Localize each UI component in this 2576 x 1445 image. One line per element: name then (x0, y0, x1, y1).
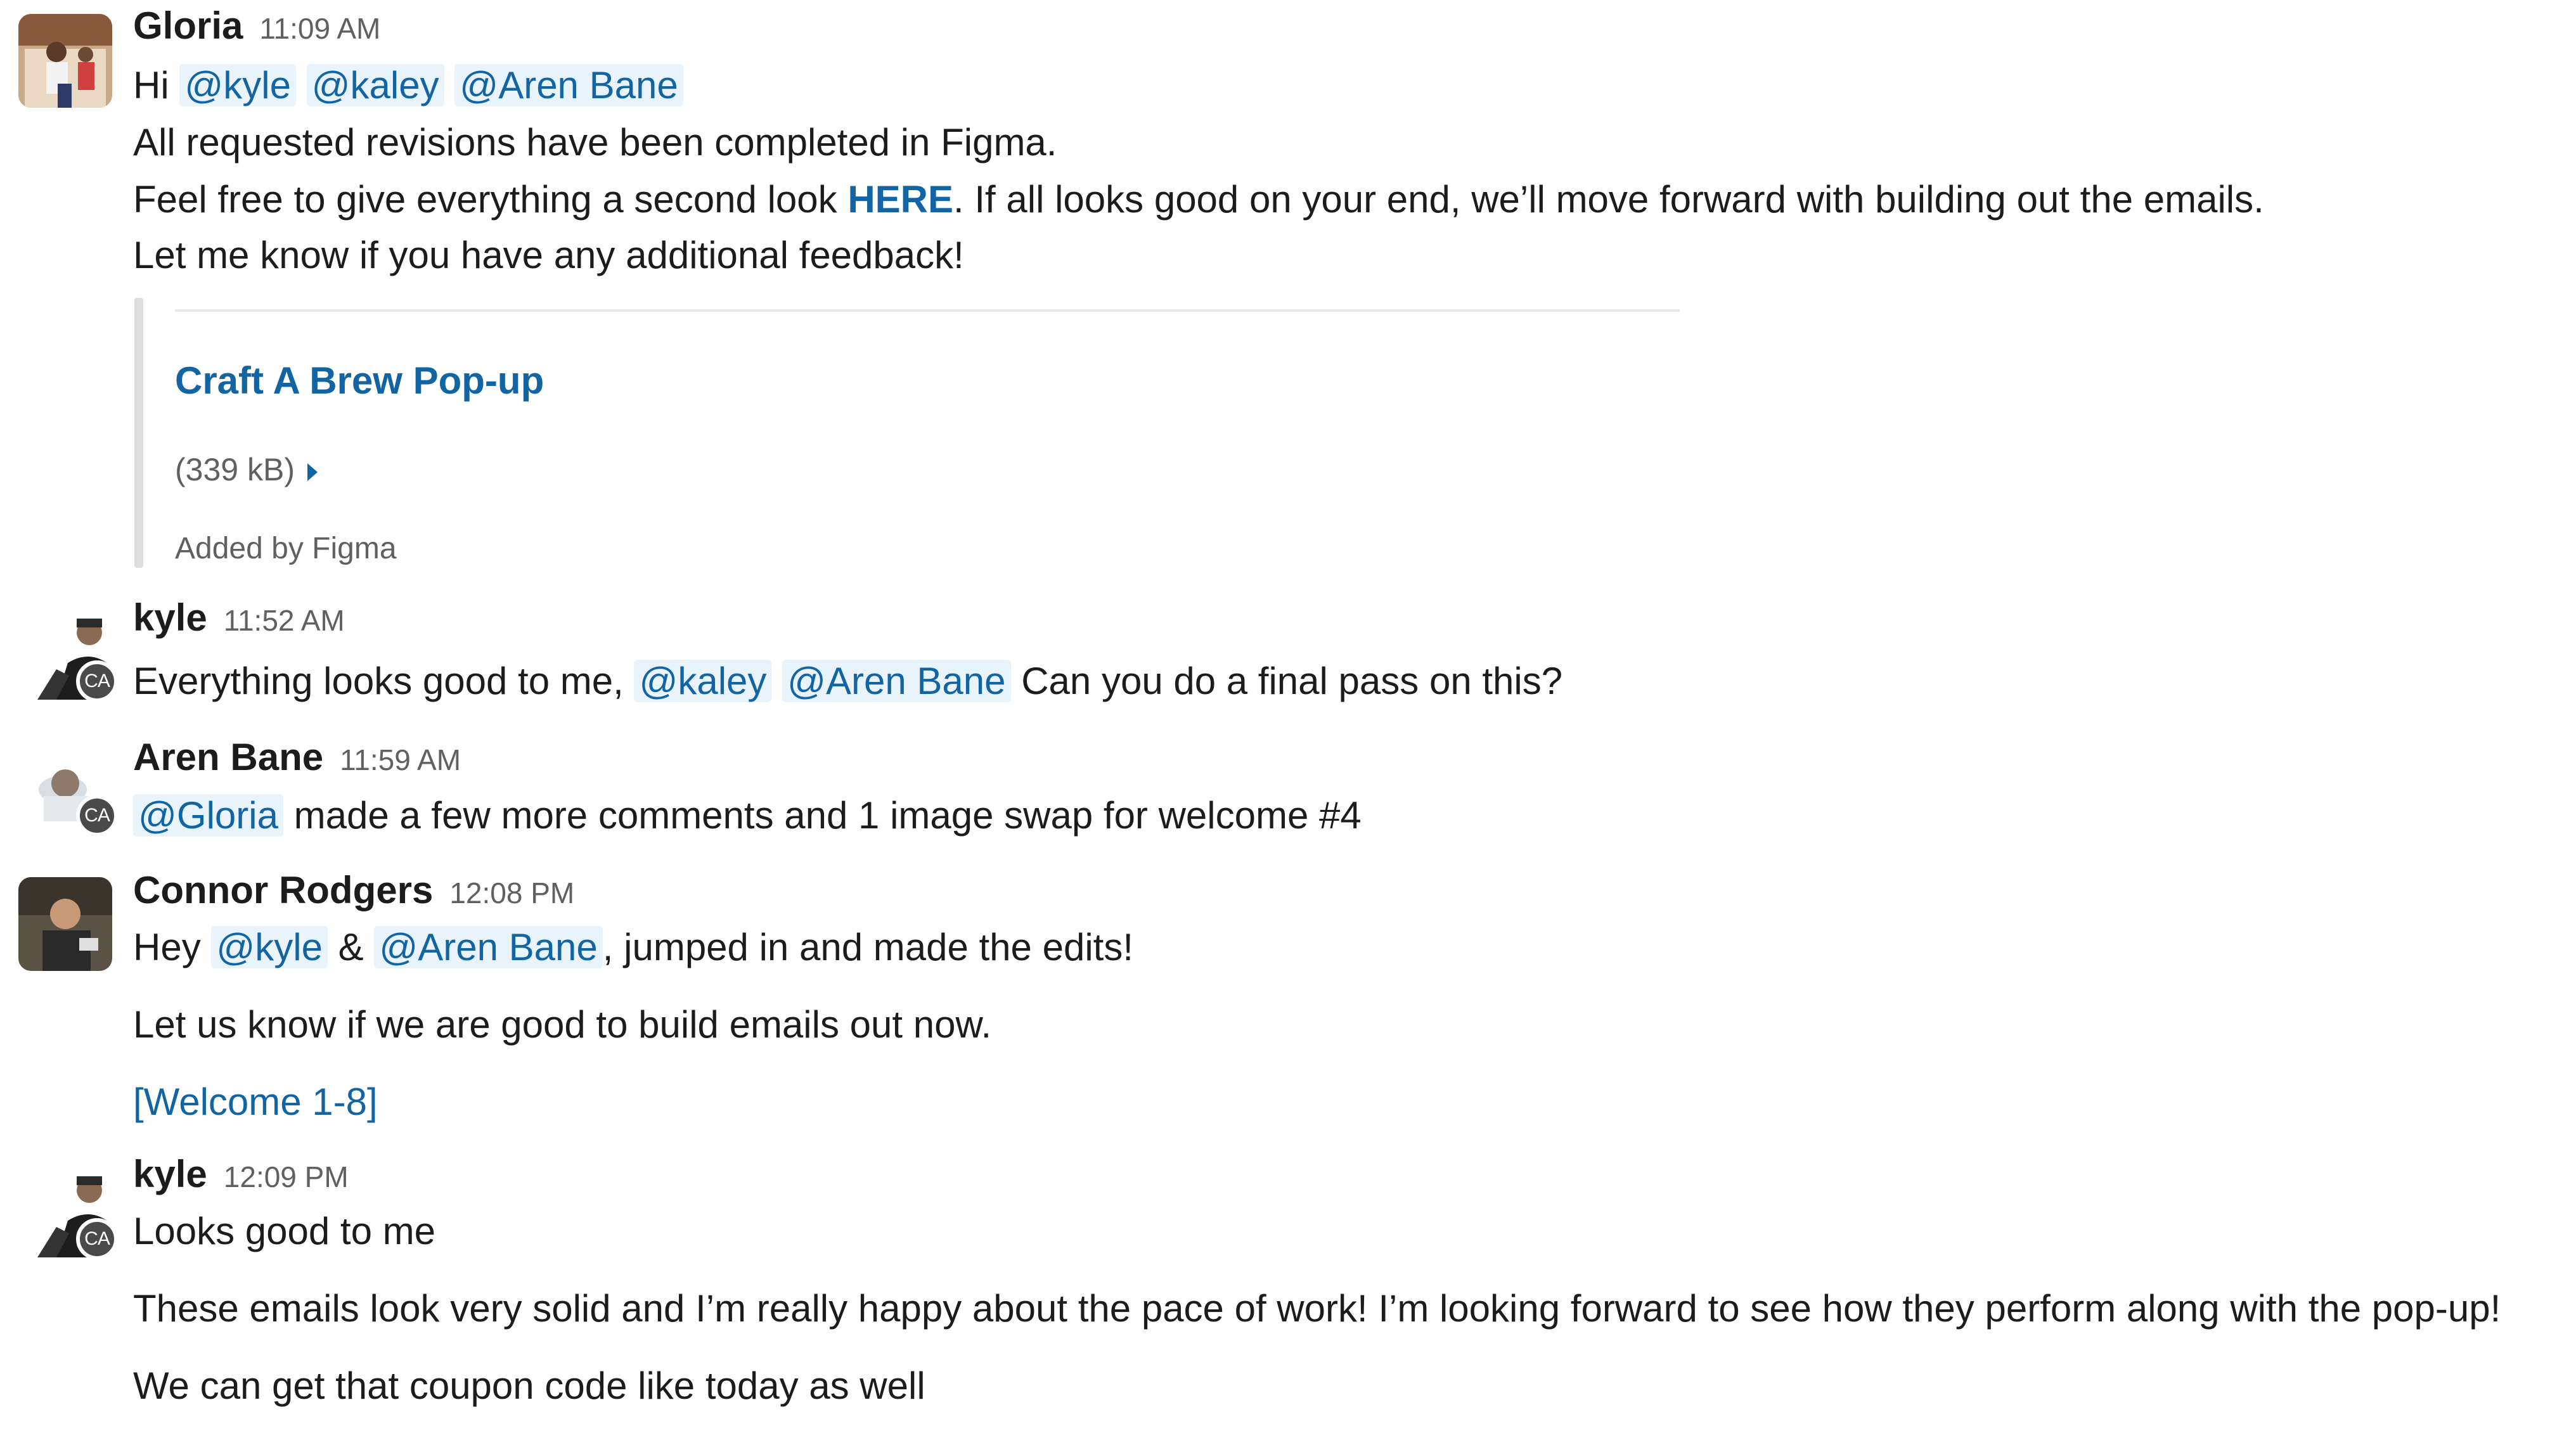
message-aren-bane: CA Aren Bane 11:59 AM @Gloria made a few … (0, 729, 2576, 856)
message-kyle-2: CA kyle 12:09 PM Looks good to me These e… (0, 1152, 2576, 1444)
file-size: (339 kB) (175, 452, 295, 487)
person-photo-avatar-icon (18, 14, 112, 108)
message-text: All requested revisions have been comple… (133, 121, 1057, 164)
timestamp[interactable]: 12:09 PM (224, 1160, 349, 1193)
message-line: Everything looks good to me, @kaley @Are… (133, 659, 1562, 703)
connor-rodgers-avatar[interactable] (18, 877, 112, 971)
message-gloria: Gloria 11:09 AM Hi @kyle @kaley @Aren Ban… (0, 0, 2576, 570)
message-line: Hi @kyle @kaley @Aren Bane (133, 63, 683, 107)
message-line: Hey @kyle & @Aren Bane, jumped in and ma… (133, 925, 1133, 969)
gloria-avatar[interactable] (18, 14, 112, 108)
mention-kaley[interactable]: @kaley (634, 660, 772, 702)
mention-kyle[interactable]: @kyle (211, 926, 328, 968)
timestamp[interactable]: 11:59 AM (340, 743, 461, 776)
message-text: & (327, 926, 375, 968)
message-line: Feel free to give everything a second lo… (133, 177, 2264, 221)
message-connor-rodgers: Connor Rodgers 12:08 PM Hey @kyle & @Aren… (0, 868, 2576, 1141)
caret-right-icon[interactable] (307, 463, 318, 481)
mention-kyle[interactable]: @kyle (179, 64, 296, 106)
message-line: @Gloria made a few more comments and 1 i… (133, 793, 1362, 837)
author-name[interactable]: Aren Bane (133, 736, 323, 778)
message-text: made a few more comments and 1 image swa… (283, 794, 1362, 837)
message-text: Let us know if we are good to build emai… (133, 1003, 992, 1046)
message-text: , jumped in and made the edits! (602, 926, 1133, 968)
message-text: . If all looks good on your end, we’ll m… (953, 178, 2264, 221)
attachment-border (134, 298, 143, 568)
mention-aren-bane[interactable]: @Aren Bane (454, 64, 683, 106)
message-text: Hey (133, 926, 212, 968)
author-name[interactable]: Connor Rodgers (133, 869, 433, 911)
attachment-title-link[interactable]: Craft A Brew Pop-up (175, 359, 544, 402)
mention-aren-bane[interactable]: @Aren Bane (374, 926, 603, 968)
mention-gloria[interactable]: @Gloria (133, 794, 283, 837)
workspace-badge: CA (76, 1218, 118, 1260)
author-name[interactable]: kyle (133, 1153, 207, 1195)
message-text: Looks good to me (133, 1210, 435, 1252)
message-line: [Welcome 1-8] (133, 1080, 378, 1124)
message-text: Feel free to give everything a second lo… (133, 178, 848, 221)
message-text: We can get that coupon code like today a… (133, 1365, 925, 1407)
message-text: Hi (133, 64, 180, 106)
message-text: These emails look very solid and I’m rea… (133, 1287, 2501, 1330)
divider (175, 309, 1680, 312)
timestamp[interactable]: 12:08 PM (449, 877, 574, 909)
timestamp[interactable]: 11:52 AM (224, 604, 345, 637)
welcome-link[interactable]: [Welcome 1-8] (133, 1081, 378, 1123)
attachment-source: Added by Figma (175, 532, 397, 565)
author-name[interactable]: kyle (133, 596, 207, 639)
author-name[interactable]: Gloria (133, 4, 243, 47)
message-text: Everything looks good to me, (133, 660, 634, 702)
message-text: Let me know if you have any additional f… (133, 234, 964, 276)
workspace-badge: CA (76, 795, 118, 837)
message-text: Can you do a final pass on this? (1010, 660, 1563, 702)
workspace-badge: CA (76, 660, 118, 702)
timestamp[interactable]: 11:09 AM (259, 12, 380, 45)
person-photo-avatar-icon (18, 877, 112, 971)
attachment-size: (339 kB) (175, 451, 318, 488)
mention-aren-bane[interactable]: @Aren Bane (782, 660, 1011, 702)
here-link[interactable]: HERE (847, 178, 953, 221)
message-kyle-1: CA kyle 11:52 AM Everything looks good to… (0, 596, 2576, 722)
mention-kaley[interactable]: @kaley (306, 64, 444, 106)
